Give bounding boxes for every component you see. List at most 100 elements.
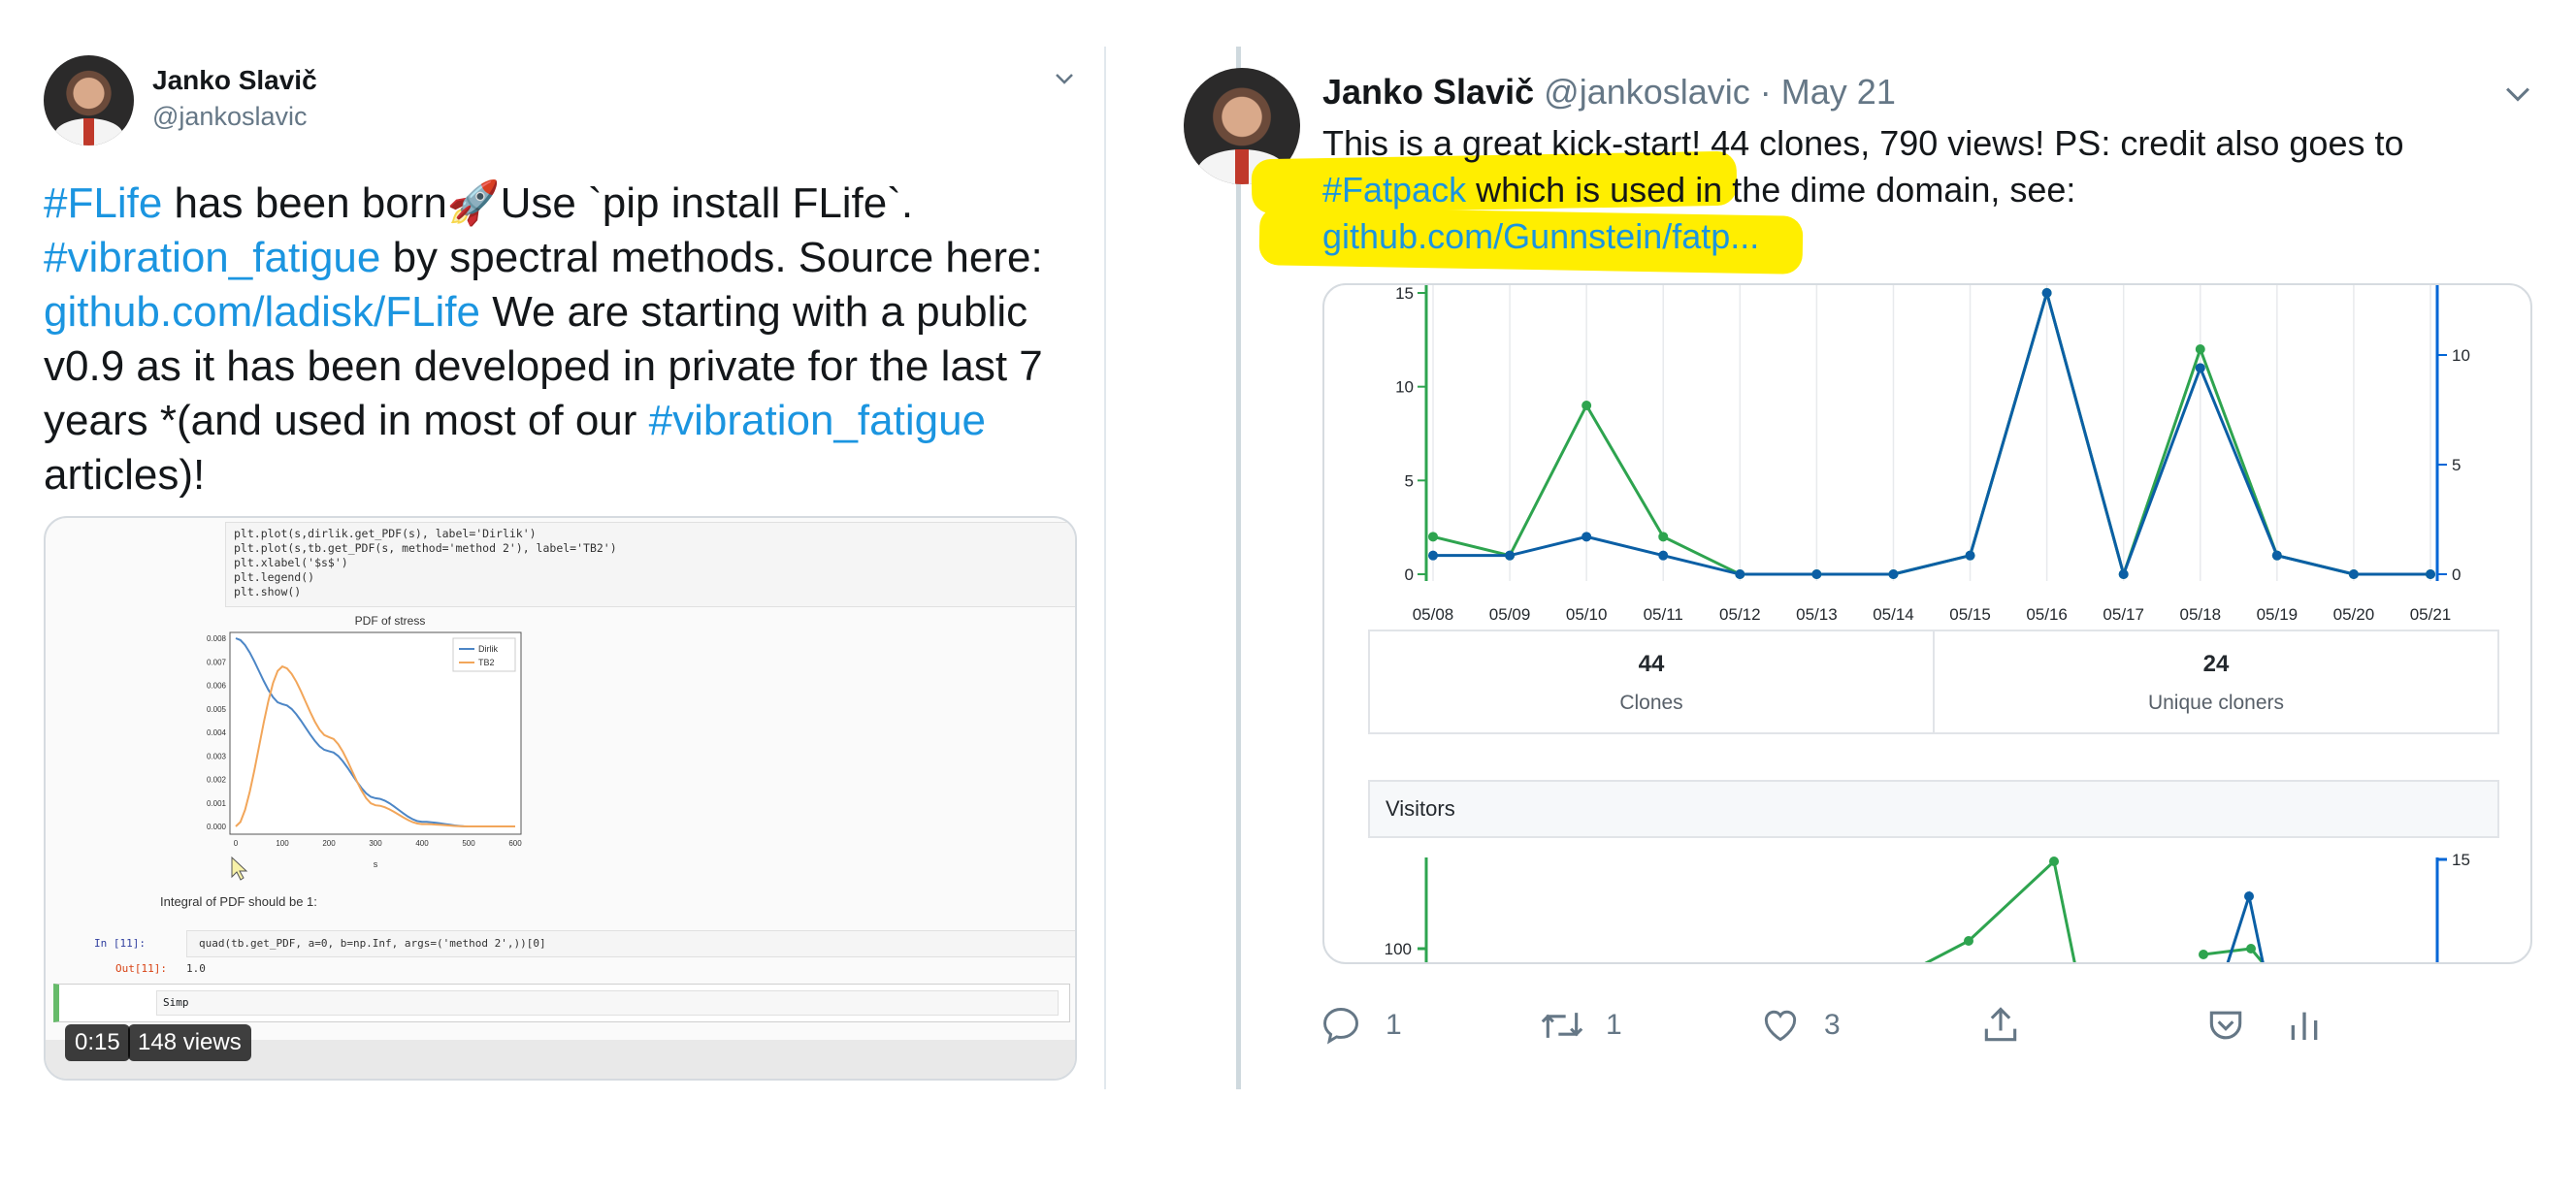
data-point [2348, 569, 2359, 579]
clones-label: Clones [1619, 692, 1683, 714]
y-tick-label: 0.001 [207, 799, 227, 808]
x-tick-label: 05/19 [2257, 605, 2299, 624]
data-point [1888, 569, 1899, 579]
video-views: 148 views [128, 1024, 251, 1061]
legend-tb2: TB2 [478, 658, 495, 667]
x-tick-label: 05/21 [2410, 605, 2452, 624]
author-name[interactable]: Janko Slavič [1322, 72, 1534, 112]
data-point [2271, 550, 2282, 561]
retweet-button[interactable]: 1 [1538, 1004, 1622, 1047]
y-tick-label: 15 [1395, 285, 1414, 303]
data-point [2426, 569, 2435, 579]
clones-total: 44 [1638, 651, 1665, 677]
author-handle[interactable]: @jankoslavic [1544, 72, 1750, 112]
chevron-down-icon[interactable] [1054, 68, 1075, 89]
visitors-title: Visitors [1386, 796, 1455, 821]
data-point [2041, 288, 2052, 298]
active-cell[interactable]: Simp [53, 984, 1070, 1022]
y-tick-label: 5 [1405, 471, 1414, 490]
x-tick-label: 500 [462, 839, 475, 848]
in-code-cell: quad(tb.get_PDF, a=0, b=np.Inf, args=('m… [186, 930, 1075, 957]
reply-count: 1 [1386, 1009, 1402, 1041]
hashtag-flife[interactable]: #FLife [44, 179, 162, 227]
in-code-text: quad(tb.get_PDF, a=0, b=np.Inf, args=('m… [199, 937, 546, 950]
right-tweet: Janko Slavič @jankoslavic · May 21 This … [1106, 0, 2576, 1196]
visitors-left-tick: 100 [1385, 940, 1412, 958]
chart-title: PDF of stress [355, 614, 426, 628]
analytics-button[interactable] [2285, 1004, 2324, 1047]
author-handle[interactable]: @jankoslavic [152, 102, 307, 132]
reply-button[interactable]: 1 [1320, 1004, 1402, 1047]
y-tick-label: 0.008 [207, 634, 227, 643]
heart-icon [1764, 1010, 1797, 1042]
x-tick-label: 300 [369, 839, 382, 848]
visitors-chart: 100 15 [1385, 851, 2470, 962]
share-button[interactable] [1979, 1004, 2022, 1047]
x-tick-label: 05/12 [1719, 605, 1761, 624]
x-tick-label: 05/14 [1873, 605, 1914, 624]
x-tick-label: 05/15 [1949, 605, 1991, 624]
data-point [1581, 401, 1592, 410]
y2-tick-label: 5 [2452, 456, 2461, 474]
x-tick-label: 05/13 [1796, 605, 1838, 624]
tweet-date[interactable]: · May 21 [1760, 72, 1896, 112]
in-prompt: In [11]: [94, 937, 146, 950]
pocket-button[interactable] [2204, 1004, 2247, 1047]
data-point [1965, 550, 1975, 561]
y-tick-label: 0.000 [207, 823, 227, 831]
x-tick-label: 05/20 [2333, 605, 2375, 624]
video-duration: 0:15 [65, 1024, 130, 1061]
y2-tick-label: 0 [2452, 566, 2461, 584]
author-name[interactable]: Janko Slavič [152, 65, 317, 96]
integral-text: Integral of PDF should be 1: [160, 894, 317, 909]
visitors-header: Visitors [1368, 780, 2499, 838]
fatpack-link[interactable]: github.com/Gunnstein/fatp... [1322, 216, 1759, 256]
y2-tick-label: 10 [2452, 346, 2470, 365]
legend-dirlik: Dirlik [478, 644, 498, 654]
data-point [2195, 363, 2205, 373]
tweet-header: Janko Slavič @jankoslavic · May 21 [1322, 72, 1896, 113]
share-icon [1984, 1007, 2017, 1042]
rocket-emoji: 🚀 [446, 179, 501, 227]
x-tick-label: 400 [415, 839, 429, 848]
x-tick-label: 05/11 [1644, 605, 1683, 624]
x-tick-label: 05/09 [1489, 605, 1531, 624]
video-player[interactable]: plt.plot(s,dirlik.get_PDF(s), label='Dir… [44, 516, 1077, 1081]
visitors-series-line-2 [2202, 947, 2265, 962]
data-point [1428, 550, 1438, 561]
x-tick-label: 05/16 [2026, 605, 2068, 624]
data-point [2244, 891, 2254, 901]
y-tick-label: 0 [1405, 566, 1414, 584]
tweet-text: #FLife has been born🚀Use `pip install FL… [44, 179, 1043, 499]
github-link[interactable]: github.com/ladisk/FLife [44, 288, 480, 336]
retweet-icon [1541, 1013, 1583, 1038]
mouse-cursor-icon [231, 856, 248, 881]
like-button[interactable]: 3 [1758, 1004, 1841, 1047]
hashtag-vibration-fatigue[interactable]: #vibration_fatigue [44, 234, 380, 281]
left-tweet: Janko Slavič @jankoslavic #FLife has bee… [0, 0, 1106, 1196]
unique-total: 24 [2202, 651, 2230, 677]
clones-series-line [1432, 287, 2430, 580]
unique-cloners-series-line [1433, 287, 2430, 579]
active-cell-input[interactable]: Simp [156, 990, 1059, 1016]
visitors-right-tick: 15 [2452, 851, 2470, 869]
hashtag-fatpack[interactable]: #Fatpack [1322, 170, 1466, 210]
chevron-down-icon[interactable] [2503, 80, 2532, 109]
data-point [1964, 936, 1973, 946]
tweet-text: This is a great kick-start! 44 clones, 7… [1322, 123, 2404, 256]
data-point [1658, 532, 1669, 542]
analytics-icon [2291, 1012, 2318, 1040]
x-tick-label: 05/18 [2179, 605, 2221, 624]
visitors-series-line [1924, 858, 2076, 962]
x-tick-label: 05/08 [1413, 605, 1454, 624]
pdf-chart: PDF of stress 0.008 0.007 0.006 0.005 0.004 0… [207, 614, 522, 881]
reply-icon [1323, 1008, 1358, 1045]
out-prompt: Out[11]: [115, 962, 167, 975]
x-tick-label: 0 [234, 839, 239, 848]
avatar[interactable] [44, 55, 134, 145]
hashtag-vibration-fatigue-2[interactable]: #vibration_fatigue [649, 397, 986, 444]
screenshot-card[interactable]: 15 10 5 0 10 5 0 05/08 05/09 05/10 05/11 05/12 05/… [1322, 283, 2532, 964]
x-tick-label: 05/17 [2103, 605, 2144, 624]
clones-stat: 44 Clones [1368, 630, 1935, 734]
y-tick-label: 10 [1395, 378, 1414, 397]
